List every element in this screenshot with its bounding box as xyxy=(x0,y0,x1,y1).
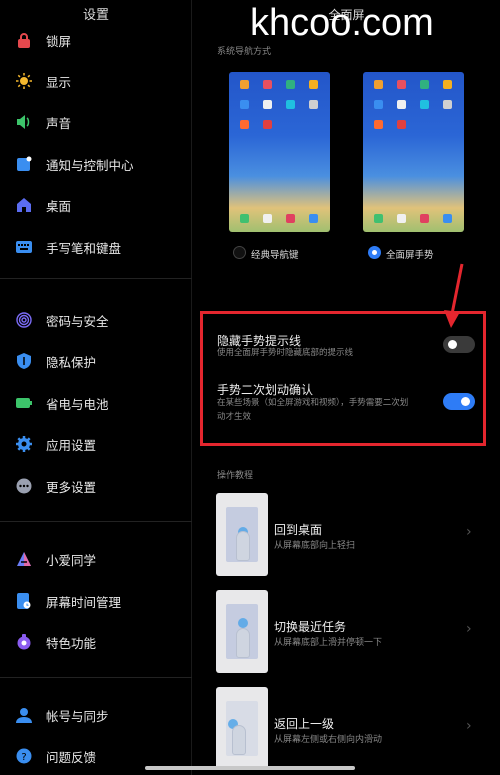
gesture-confirm-desc-line2: 动才生效 xyxy=(217,412,252,422)
sidebar-item-label: 帐号与同步 xyxy=(46,708,109,724)
classic-nav-preview[interactable] xyxy=(229,72,330,232)
nav-section-label: 系统导航方式 xyxy=(217,47,272,57)
classic-nav-radio[interactable] xyxy=(233,246,246,259)
gesture-nav-radio[interactable] xyxy=(368,246,381,259)
gear-icon xyxy=(16,436,32,452)
sidebar-item-app-settings[interactable]: 应用设置 xyxy=(0,429,190,459)
sidebar-item-label: 隐私保护 xyxy=(46,354,97,370)
sidebar-item-password-security[interactable]: 密码与安全 xyxy=(0,305,190,335)
tutorial-thumbnail xyxy=(216,687,268,770)
sidebar-item-xiaoai[interactable]: 小爱同学 xyxy=(0,544,190,574)
tutorial-desc: 从屏幕底部向上轻扫 xyxy=(274,541,356,551)
sidebar-divider xyxy=(0,278,192,279)
fingerprint-icon xyxy=(16,312,32,328)
tutorial-title: 返回上一级 xyxy=(274,717,335,731)
more-icon xyxy=(16,478,32,494)
keyboard-icon xyxy=(16,239,32,255)
notification-icon xyxy=(16,156,32,172)
tutorial-title: 切换最近任务 xyxy=(274,620,347,634)
help-icon: ? xyxy=(16,748,32,764)
watermark-text: khcoo.com xyxy=(250,2,434,44)
home-icon xyxy=(16,197,32,213)
shield-icon xyxy=(16,353,32,369)
sidebar-divider xyxy=(0,521,192,522)
svg-text:?: ? xyxy=(21,752,26,763)
sidebar-item-privacy[interactable]: 隐私保护 xyxy=(0,346,190,376)
gesture-confirm-toggle[interactable] xyxy=(443,393,475,410)
sidebar-item-label: 声音 xyxy=(46,115,72,131)
sidebar-item-notifications[interactable]: 通知与控制中心 xyxy=(0,149,190,179)
tutorial-item-go-back[interactable]: 返回上一级 从屏幕左侧或右侧向内滑动 › xyxy=(216,687,486,770)
sidebar-item-label: 应用设置 xyxy=(46,437,97,453)
sidebar-item-more-settings[interactable]: 更多设置 xyxy=(0,471,190,501)
lock-icon xyxy=(16,32,32,48)
tutorial-item-recent-tasks[interactable]: 切换最近任务 从屏幕底部上滑并停顿一下 › xyxy=(216,590,486,673)
gesture-nav-label: 全面屏手势 xyxy=(386,250,434,261)
chevron-right-icon: › xyxy=(466,621,472,637)
chevron-right-icon: › xyxy=(466,718,472,734)
sidebar-item-label: 屏幕时间管理 xyxy=(46,594,122,610)
sidebar-item-features[interactable]: 特色功能 xyxy=(0,627,190,657)
home-indicator[interactable] xyxy=(145,766,355,770)
hide-gesture-line-desc: 使用全面屏手势时隐藏底部的提示线 xyxy=(217,348,354,358)
gesture-nav-preview[interactable] xyxy=(363,72,464,232)
sidebar-item-label: 手写笔和键盘 xyxy=(46,240,122,256)
speaker-icon xyxy=(16,114,32,130)
settings-sidebar: 设置 锁屏 显示 声音 通知与控制中心 桌面 手写笔和键盘 密码与安全 隐私保护… xyxy=(0,0,192,775)
tutorial-desc: 从屏幕左侧或右侧向内滑动 xyxy=(274,735,383,745)
sidebar-item-label: 更多设置 xyxy=(46,479,97,495)
sidebar-item-screen-time[interactable]: 屏幕时间管理 xyxy=(0,586,190,616)
hide-gesture-line-toggle[interactable] xyxy=(443,336,475,353)
screen-time-icon xyxy=(16,593,32,609)
tutorial-thumbnail xyxy=(216,590,268,673)
account-icon xyxy=(16,707,32,723)
sidebar-item-label: 小爱同学 xyxy=(46,552,97,568)
sidebar-item-desktop[interactable]: 桌面 xyxy=(0,190,190,220)
feature-icon xyxy=(16,634,32,650)
sidebar-item-account-sync[interactable]: 帐号与同步 xyxy=(0,700,190,730)
sidebar-item-label: 锁屏 xyxy=(46,33,72,49)
sidebar-item-lock-screen[interactable]: 锁屏 xyxy=(0,25,190,55)
battery-icon xyxy=(16,395,32,411)
sidebar-item-label: 特色功能 xyxy=(46,635,97,651)
tutorial-section-label: 操作教程 xyxy=(217,471,254,481)
sidebar-item-label: 省电与电池 xyxy=(46,396,109,412)
sidebar-item-display[interactable]: 显示 xyxy=(0,66,190,96)
sidebar-item-sound[interactable]: 声音 xyxy=(0,107,190,137)
tutorial-item-go-home[interactable]: 回到桌面 从屏幕底部向上轻扫 › xyxy=(216,493,486,576)
tutorial-title: 回到桌面 xyxy=(274,523,323,537)
chevron-right-icon: › xyxy=(466,524,472,540)
sidebar-item-label: 问题反馈 xyxy=(46,749,97,765)
sidebar-title: 设置 xyxy=(82,8,109,23)
gesture-confirm-desc-line1: 在某些场景（如全屏游戏和视频），手势需要二次划 xyxy=(217,398,409,408)
sidebar-item-label: 通知与控制中心 xyxy=(46,157,134,173)
sun-icon xyxy=(16,73,32,89)
sidebar-item-pen-keyboard[interactable]: 手写笔和键盘 xyxy=(0,232,190,262)
classic-nav-label: 经典导航键 xyxy=(251,250,299,261)
xiaoai-icon xyxy=(16,551,32,567)
tutorial-thumbnail xyxy=(216,493,268,576)
sidebar-item-label: 显示 xyxy=(46,74,72,90)
sidebar-item-battery[interactable]: 省电与电池 xyxy=(0,388,190,418)
sidebar-divider xyxy=(0,677,192,678)
sidebar-item-label: 密码与安全 xyxy=(46,313,109,329)
sidebar-item-label: 桌面 xyxy=(46,198,72,214)
tutorial-desc: 从屏幕底部上滑并停顿一下 xyxy=(274,638,383,648)
